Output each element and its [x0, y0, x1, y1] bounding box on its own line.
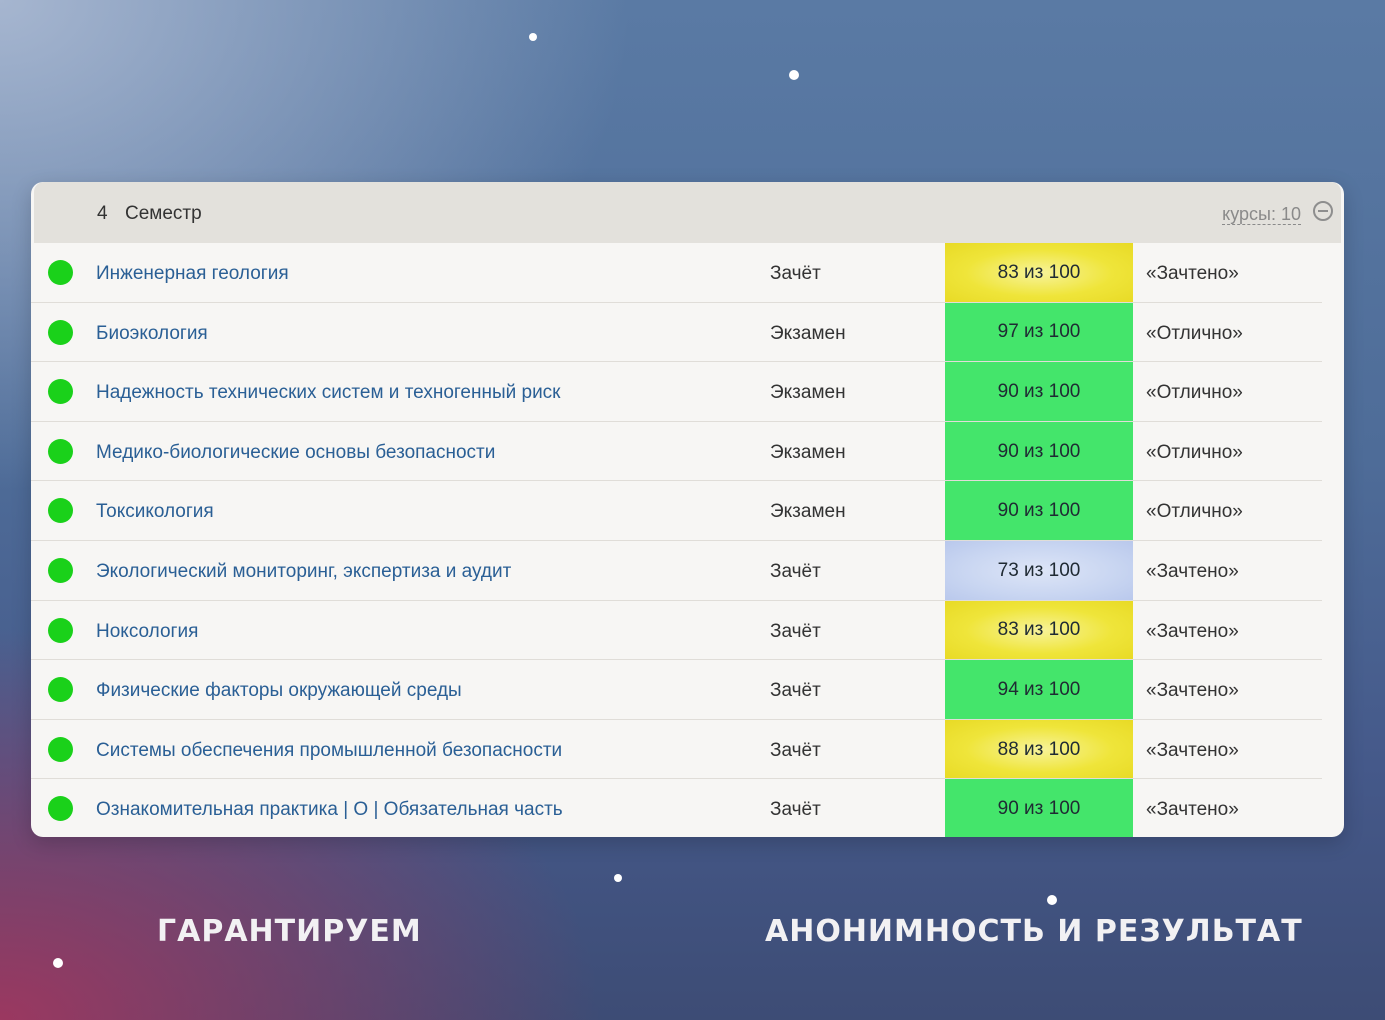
- status-dot-icon: [48, 260, 73, 285]
- control-type: Зачёт: [770, 620, 821, 642]
- status-dot-icon: [48, 736, 73, 762]
- status-dot-icon: [48, 557, 73, 583]
- control-type: Зачёт: [770, 799, 821, 821]
- table-row: Экологический мониторинг, экспертиза и а…: [31, 540, 1344, 601]
- course-name-link[interactable]: Медико-биологические основы безопасности: [96, 442, 495, 464]
- control-type: Зачёт: [770, 739, 821, 761]
- course-name-link[interactable]: Ознакомительная практика | О | Обязатель…: [96, 799, 563, 821]
- table-row: Ознакомительная практика | О | Обязатель…: [31, 779, 1344, 837]
- grade-label: «Зачтено»: [1146, 620, 1239, 642]
- control-type: Зачёт: [770, 560, 821, 582]
- table-row: Биоэкология Экзамен 97 из 100 «Отлично»: [31, 302, 1344, 363]
- banner-left-text: ГАРАНТИРУЕМ: [157, 914, 422, 949]
- table-row: Инженерная геология Зачёт 83 из 100 «Зач…: [31, 243, 1344, 303]
- grade-label: «Отлично»: [1146, 441, 1243, 463]
- table-row: Ноксология Зачёт 83 из 100 «Зачтено»: [31, 600, 1344, 661]
- course-name-link[interactable]: Физические факторы окружающей среды: [96, 680, 462, 702]
- grade-label: «Зачтено»: [1146, 560, 1239, 582]
- course-name-link[interactable]: Токсикология: [96, 501, 214, 523]
- collapse-icon[interactable]: [1313, 201, 1333, 221]
- table-row: Системы обеспечения промышленной безопас…: [31, 719, 1344, 780]
- status-dot-icon: [48, 796, 73, 822]
- course-name-link[interactable]: Системы обеспечения промышленной безопас…: [96, 740, 562, 762]
- score-cell: 94 из 100: [945, 660, 1133, 720]
- semester-label: Семестр: [125, 203, 202, 224]
- grade-label: «Отлично»: [1146, 382, 1243, 404]
- score-cell: 83 из 100: [945, 243, 1133, 303]
- grade-label: «Отлично»: [1146, 501, 1243, 523]
- status-dot-icon: [48, 677, 73, 703]
- course-name-link[interactable]: Экологический мониторинг, экспертиза и а…: [96, 561, 511, 583]
- course-name-link[interactable]: Ноксология: [96, 621, 198, 643]
- courses-count-link[interactable]: курсы: 10: [1222, 204, 1301, 225]
- status-dot-icon: [48, 617, 73, 643]
- table-row: Физические факторы окружающей среды Зачё…: [31, 660, 1344, 720]
- status-dot-icon: [48, 319, 73, 345]
- score-cell: 90 из 100: [945, 421, 1133, 482]
- score-cell: 88 из 100: [945, 719, 1133, 780]
- grade-label: «Зачтено»: [1146, 263, 1239, 284]
- score-cell: 90 из 100: [945, 481, 1133, 541]
- score-cell: 97 из 100: [945, 302, 1133, 363]
- decorative-dot: [789, 70, 799, 80]
- table-row: Медико-биологические основы безопасности…: [31, 421, 1344, 482]
- course-name-link[interactable]: Биоэкология: [96, 323, 208, 345]
- control-type: Экзамен: [770, 322, 846, 344]
- decorative-dot: [614, 874, 622, 882]
- grade-label: «Зачтено»: [1146, 799, 1239, 821]
- course-name-link[interactable]: Инженерная геология: [96, 263, 289, 285]
- status-dot-icon: [48, 379, 73, 405]
- course-table: Инженерная геология Зачёт 83 из 100 «Зач…: [31, 243, 1344, 837]
- score-cell: 90 из 100: [945, 779, 1133, 837]
- status-dot-icon: [48, 498, 73, 524]
- control-type: Экзамен: [770, 441, 846, 463]
- control-type: Зачёт: [770, 263, 821, 284]
- control-type: Экзамен: [770, 501, 846, 523]
- semester-header: 4 Семестр курсы: 10: [34, 182, 1341, 243]
- table-row: Надежность технических систем и техноген…: [31, 362, 1344, 422]
- grade-label: «Зачтено»: [1146, 680, 1239, 702]
- course-name-link[interactable]: Надежность технических систем и техноген…: [96, 382, 561, 404]
- score-cell: 73 из 100: [945, 540, 1133, 601]
- grades-panel: 4 Семестр курсы: 10 Инженерная геология …: [31, 182, 1344, 837]
- grade-label: «Отлично»: [1146, 322, 1243, 344]
- decorative-dot: [529, 33, 537, 41]
- semester-number: 4: [97, 203, 108, 224]
- table-row: Токсикология Экзамен 90 из 100 «Отлично»: [31, 481, 1344, 541]
- control-type: Зачёт: [770, 680, 821, 702]
- score-cell: 90 из 100: [945, 362, 1133, 422]
- score-cell: 83 из 100: [945, 600, 1133, 661]
- status-dot-icon: [48, 438, 73, 464]
- grade-label: «Зачтено»: [1146, 739, 1239, 761]
- decorative-dot: [53, 958, 63, 968]
- decorative-dot: [1047, 895, 1057, 905]
- banner-right-text: АНОНИМНОСТЬ И РЕЗУЛЬТАТ: [765, 914, 1303, 949]
- control-type: Экзамен: [770, 382, 846, 404]
